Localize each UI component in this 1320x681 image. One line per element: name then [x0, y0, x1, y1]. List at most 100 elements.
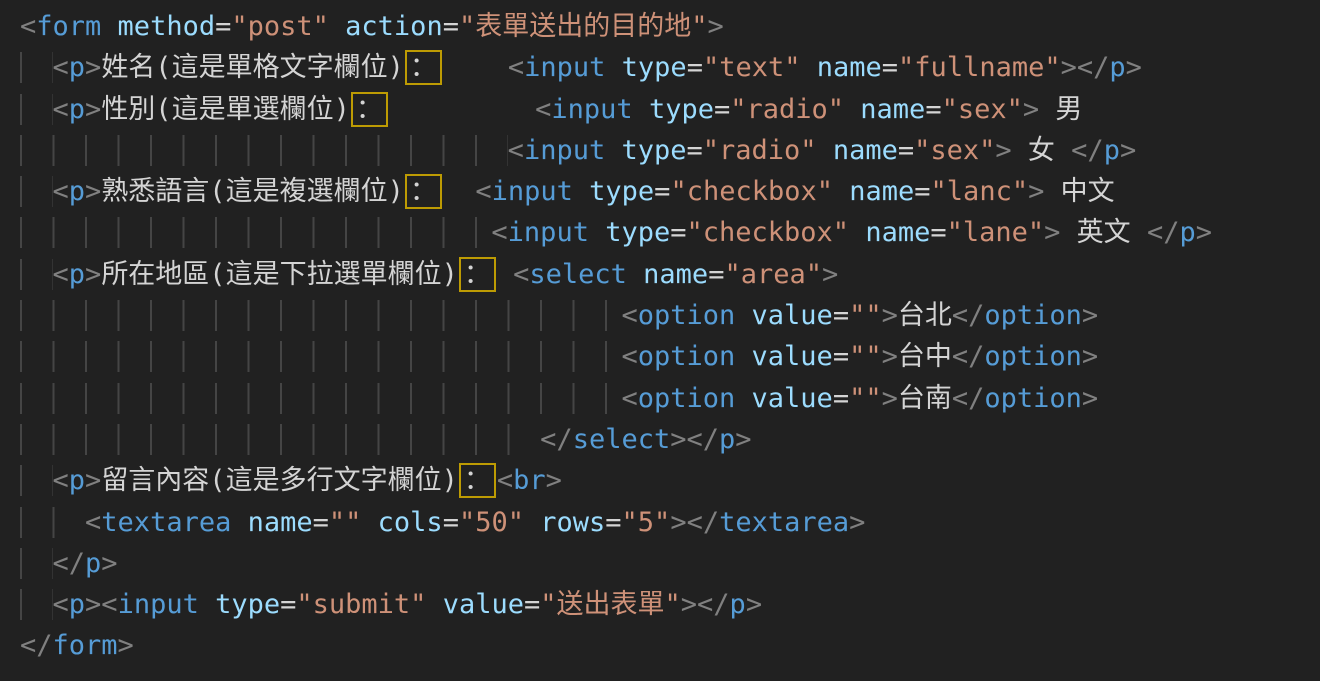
token-txt: 姓名(這是單格文字欄位): [101, 52, 404, 83]
unicode-highlight-box: ：: [405, 50, 442, 85]
token-tag: input: [118, 589, 199, 620]
token-tag: p: [69, 94, 85, 125]
token-tag: br: [513, 465, 546, 496]
code-area: <form method="post" action="表單送出的目的地"> <…: [20, 6, 1320, 667]
token-tag: option: [638, 383, 736, 414]
token-brk: </: [1071, 135, 1104, 166]
token-tag: p: [730, 589, 746, 620]
token-tag: form: [53, 630, 118, 661]
token-tag: textarea: [719, 507, 849, 538]
token-brk: >: [85, 94, 101, 125]
token-str: "": [849, 383, 882, 414]
token-eq: =: [833, 300, 849, 331]
token-eq: =: [524, 589, 540, 620]
token-eq: =: [898, 135, 914, 166]
token-brk: >: [85, 52, 101, 83]
token-str: "": [849, 341, 882, 372]
token-attr: cols: [361, 507, 442, 538]
token-attr: type: [605, 52, 686, 83]
token-txt: 性別(這是單選欄位): [101, 94, 350, 125]
token-attr: type: [589, 217, 670, 248]
token-brk: <: [621, 300, 637, 331]
token-brk: >: [85, 465, 101, 496]
token-brk: </: [540, 424, 573, 455]
token-tag: textarea: [101, 507, 231, 538]
token-brk: >: [735, 424, 751, 455]
token-attr: type: [199, 589, 280, 620]
token-eq: =: [687, 135, 703, 166]
token-brk: >: [1120, 135, 1136, 166]
token-tag: input: [524, 52, 605, 83]
token-tag: option: [984, 341, 1082, 372]
token-str: "radio": [703, 135, 817, 166]
code-line: <input type="radio" name="sex"> 女 </p>: [20, 130, 1320, 171]
token-attr: name: [231, 507, 312, 538]
token-brk: <: [53, 589, 69, 620]
token-brk: >: [1023, 94, 1039, 125]
code-line: <form method="post" action="表單送出的目的地">: [20, 6, 1320, 47]
token-tag: p: [69, 176, 85, 207]
token-tag: option: [984, 383, 1082, 414]
indent-guides: [20, 507, 85, 538]
token-attr: action: [329, 11, 443, 42]
indent-guides: [20, 259, 53, 290]
indent-guides: [20, 217, 491, 248]
token-attr: name: [801, 52, 882, 83]
code-editor[interactable]: <form method="post" action="表單送出的目的地"> <…: [0, 0, 1320, 681]
token-tag: p: [1104, 135, 1120, 166]
token-attr: value: [735, 300, 833, 331]
token-txt: [443, 176, 476, 207]
token-str: "lanc": [931, 176, 1029, 207]
token-txt: 男: [1039, 94, 1082, 125]
token-brk: ><: [85, 589, 118, 620]
indent-guides: [20, 176, 53, 207]
token-brk: >: [101, 548, 117, 579]
indent-guides: [20, 300, 621, 331]
token-brk: >: [822, 259, 838, 290]
token-tag: p: [85, 548, 101, 579]
code-line: <option value="">台中</option>: [20, 336, 1320, 377]
token-brk: <: [621, 383, 637, 414]
token-eq: =: [687, 52, 703, 83]
token-str: "lane": [947, 217, 1045, 248]
token-str: "送出表單": [540, 589, 681, 620]
token-brk: >: [995, 135, 1011, 166]
code-line: <p>熟悉語言(這是複選欄位)： <input type="checkbox" …: [20, 171, 1320, 212]
token-attr: rows: [524, 507, 605, 538]
token-eq: =: [714, 94, 730, 125]
token-tag: input: [508, 217, 589, 248]
token-brk: </: [53, 548, 86, 579]
token-brk: <: [475, 176, 491, 207]
token-eq: =: [833, 341, 849, 372]
token-eq: =: [930, 217, 946, 248]
token-str: "sex": [914, 135, 995, 166]
token-brk: <: [508, 52, 524, 83]
token-tag: input: [551, 94, 632, 125]
token-brk: <: [53, 176, 69, 207]
token-eq: =: [882, 52, 898, 83]
indent-guides: [20, 465, 53, 496]
token-str: "": [329, 507, 362, 538]
code-line: <p>所在地區(這是下拉選單欄位)： <select name="area">: [20, 254, 1320, 295]
code-line: <p><input type="submit" value="送出表單"></p…: [20, 584, 1320, 625]
token-brk: >: [849, 507, 865, 538]
token-str: "area": [724, 259, 822, 290]
token-eq: =: [833, 383, 849, 414]
indent-guides: [20, 424, 540, 455]
unicode-highlight-box: ：: [351, 92, 388, 127]
token-eq: =: [670, 217, 686, 248]
token-brk: >: [1082, 300, 1098, 331]
token-brk: <: [535, 94, 551, 125]
token-eq: =: [654, 176, 670, 207]
token-attr: method: [101, 11, 215, 42]
token-attr: type: [605, 135, 686, 166]
token-brk: >: [882, 300, 898, 331]
token-str: "checkbox": [687, 217, 850, 248]
token-str: "50": [459, 507, 524, 538]
token-tag: input: [492, 176, 573, 207]
token-txt: 女: [1012, 135, 1072, 166]
unicode-highlight-box: ：: [459, 257, 496, 292]
token-brk: >: [882, 383, 898, 414]
token-str: "fullname": [898, 52, 1061, 83]
token-txt: 熟悉語言(這是複選欄位): [101, 176, 404, 207]
